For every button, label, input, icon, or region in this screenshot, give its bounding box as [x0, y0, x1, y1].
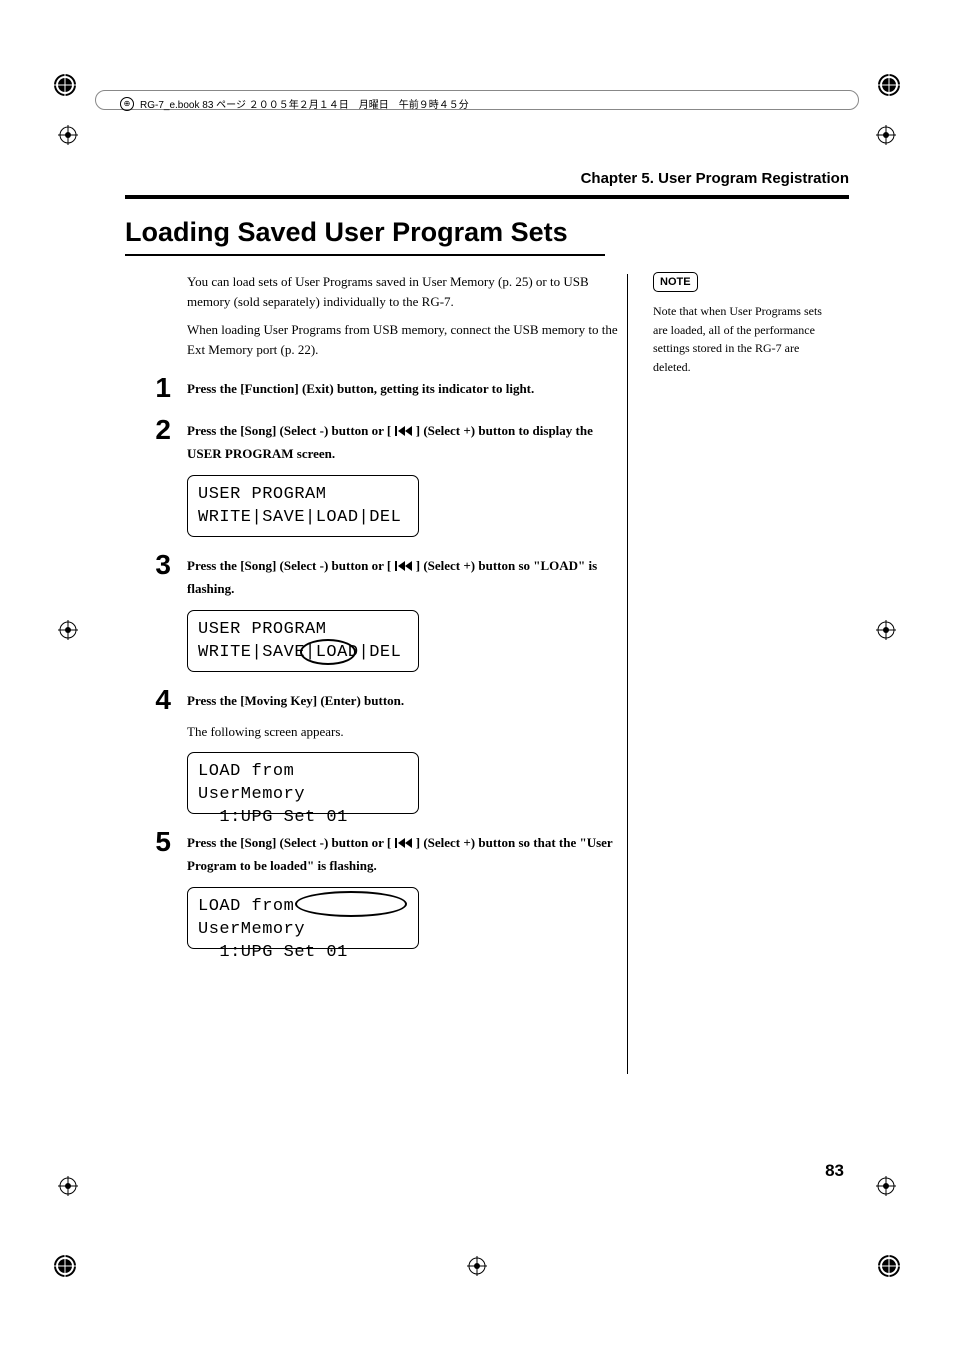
reg-mark-right [876, 620, 896, 640]
reg-mark-top-l [58, 125, 78, 145]
step-1: 1 Press the [Function] (Exit) button, ge… [125, 374, 625, 402]
crop-mark-br [874, 1251, 904, 1281]
step-5-text: Press the [Song] (Select -) button or [ … [187, 828, 625, 877]
reg-mark-bot-r [876, 1176, 896, 1196]
step-2: 2 Press the [Song] (Select -) button or … [125, 416, 625, 465]
step-2-text: Press the [Song] (Select -) button or [ … [187, 416, 625, 465]
lcd-screen-2: USER PROGRAM WRITE|SAVE|LOAD|DEL [187, 610, 419, 672]
crop-mark-bl [50, 1251, 80, 1281]
step-1-text: Press the [Function] (Exit) button, gett… [187, 374, 625, 402]
lcd3-line2: 1:UPG Set 01 [198, 807, 408, 830]
step-5: 5 Press the [Song] (Select -) button or … [125, 828, 625, 877]
intro-para-2: When loading User Programs from USB memo… [187, 320, 625, 360]
book-info-text: RG-7_e.book 83 ページ ２００５年２月１４日 月曜日 午前９時４５… [140, 96, 469, 111]
book-icon: ⊕ [120, 97, 134, 111]
reg-mark-bot-l [58, 1176, 78, 1196]
column-divider [627, 274, 628, 1074]
rewind-icon [395, 556, 413, 578]
reg-mark-top-r [876, 125, 896, 145]
step-1-num: 1 [125, 374, 187, 402]
lcd1-line1: USER PROGRAM [198, 484, 408, 507]
crop-mark-tr [874, 70, 904, 100]
step-4-num: 4 [125, 686, 187, 714]
note-text: Note that when User Programs sets are lo… [653, 302, 838, 376]
lcd-screen-1: USER PROGRAM WRITE|SAVE|LOAD|DEL [187, 475, 419, 537]
step-5-num: 5 [125, 828, 187, 877]
reg-mark-bottom [467, 1256, 487, 1276]
step-4-sub: The following screen appears. [187, 722, 625, 742]
book-header: ⊕ RG-7_e.book 83 ページ ２００５年２月１４日 月曜日 午前９時… [120, 96, 469, 111]
lcd1-line2: WRITE|SAVE|LOAD|DEL [198, 507, 408, 530]
rewind-icon [395, 421, 413, 443]
step-3-text: Press the [Song] (Select -) button or [ … [187, 551, 625, 600]
section-title: Loading Saved User Program Sets [125, 217, 849, 248]
lcd2-line1: USER PROGRAM [198, 619, 408, 642]
reg-mark-left [58, 620, 78, 640]
lcd4-highlight [295, 891, 407, 917]
intro-para-1: You can load sets of User Programs saved… [187, 272, 625, 312]
step-2-num: 2 [125, 416, 187, 465]
page-number: 83 [825, 1161, 844, 1181]
lcd-screen-4: LOAD from UserMemory 1:UPG Set 01 [187, 887, 419, 949]
step-4: 4 Press the [Moving Key] (Enter) button. [125, 686, 625, 714]
crop-mark-tl [50, 70, 80, 100]
chapter-rule [125, 195, 849, 199]
title-rule [125, 254, 605, 256]
lcd4-line2: 1:UPG Set 01 [198, 942, 408, 965]
note-label: NOTE [653, 272, 698, 293]
lcd3-line1: LOAD from UserMemory [198, 761, 408, 807]
step-3-num: 3 [125, 551, 187, 600]
step-4-text: Press the [Moving Key] (Enter) button. [187, 686, 625, 714]
lcd-screen-3: LOAD from UserMemory 1:UPG Set 01 [187, 752, 419, 814]
rewind-icon [395, 833, 413, 855]
step-3: 3 Press the [Song] (Select -) button or … [125, 551, 625, 600]
chapter-header: Chapter 5. User Program Registration [125, 170, 849, 187]
